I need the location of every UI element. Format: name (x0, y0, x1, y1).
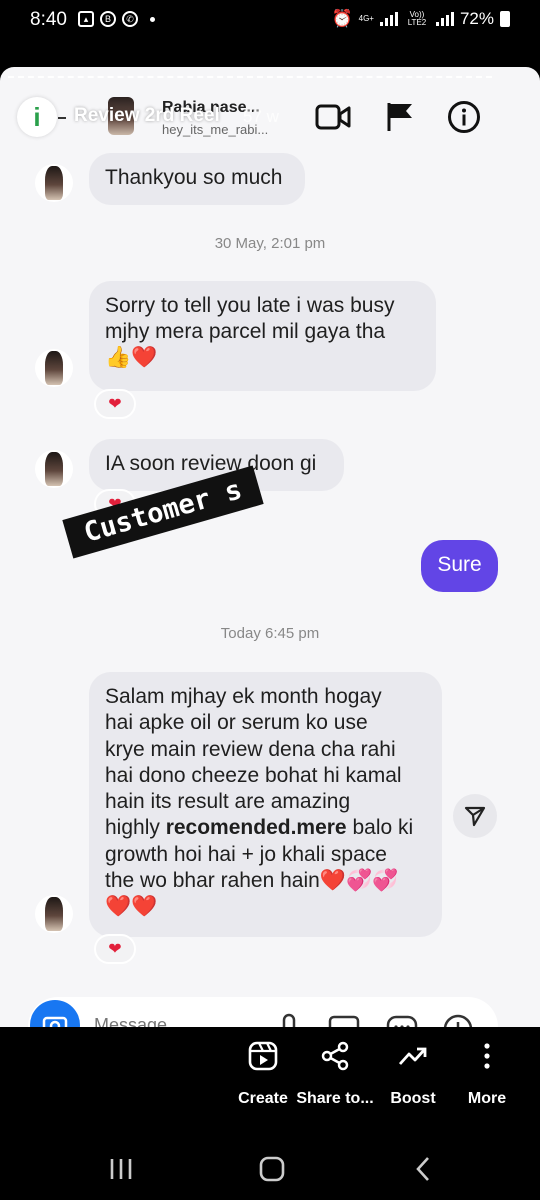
sticker-icon[interactable] (386, 1015, 418, 1027)
message-input[interactable] (94, 1015, 254, 1027)
network-volte: Vo)) LTE2 (407, 10, 427, 27)
heart-reaction-icon[interactable]: ❤ (94, 389, 136, 419)
message-text: hain its result are amazing (105, 790, 351, 814)
message-text: Sorry to tell you late i was busy (105, 294, 395, 317)
more-label: More (467, 1090, 507, 1107)
sender-avatar (35, 164, 73, 202)
info-icon (448, 101, 480, 133)
share-label: Share to... (296, 1090, 374, 1107)
message-bubble: Thankyou so much (89, 153, 305, 205)
sender-avatar (35, 349, 73, 387)
message-text: hai apke oil or serum ko use (105, 711, 368, 735)
message-text: the wo bhar rahen hain❤️💞💞 (105, 869, 399, 893)
notification-icons: ▴ B ✆ (78, 11, 155, 27)
camera-button[interactable] (30, 1000, 80, 1027)
status-time: 8:40 (30, 9, 67, 30)
message-text: highly recomended.mere balo ki (105, 815, 426, 841)
signal-icon-2 (435, 12, 454, 26)
sender-avatar (35, 895, 73, 933)
story-time: 57 w (243, 107, 279, 126)
story-progress-bar (8, 76, 492, 78)
flag-icon (387, 103, 412, 131)
network-4g: 4G+ (358, 14, 374, 23)
more-button[interactable]: More (442, 1040, 532, 1108)
microphone-icon[interactable] (282, 1013, 296, 1027)
reels-icon (248, 1041, 278, 1071)
back-nav-icon[interactable] (412, 1156, 436, 1182)
message-text: growth hoi hai + jo khali space (105, 842, 387, 866)
sent-message-bubble: Sure (421, 540, 498, 592)
message-text: krye main review dena cha rahi (105, 737, 396, 761)
business-icon: B (100, 11, 116, 27)
back-icon (58, 117, 66, 119)
sender-avatar (35, 450, 73, 488)
share-message-button[interactable] (453, 794, 497, 838)
gallery-icon[interactable] (328, 1015, 360, 1027)
message-text-part: highly (105, 816, 166, 840)
story-content: i Rabia nase... hey_its_me_rabi... Revie… (0, 67, 540, 1027)
trending-up-icon (398, 1047, 427, 1065)
more-vertical-icon (484, 1043, 490, 1069)
video-call-icon (315, 104, 351, 130)
message-text: IA soon review doon gi (105, 452, 317, 475)
camera-icon (42, 1016, 68, 1027)
status-bar: 8:40 ▴ B ✆ ⏰ 4G+ Vo)) LTE2 72% (0, 0, 540, 40)
alarm-icon: ⏰ (331, 9, 353, 28)
message-emoji: ❤️❤️ (105, 895, 158, 919)
status-right: ⏰ 4G+ Vo)) LTE2 72% (331, 9, 510, 29)
home-icon[interactable] (258, 1156, 286, 1182)
chat-header: i Rabia nase... hey_its_me_rabi... Revie… (0, 85, 540, 145)
composer-icons (282, 1013, 473, 1027)
battery-icon (500, 11, 510, 27)
share-to-button[interactable]: Share to... (290, 1040, 380, 1108)
heart-reaction-icon[interactable]: ❤ (94, 934, 136, 964)
battery-level: 72% (459, 9, 494, 28)
message-emoji: 👍❤️ (105, 346, 158, 369)
gallery-icon: ▴ (78, 11, 94, 27)
message-text: hai dono cheeze bohat hi kamal (105, 763, 402, 787)
message-text: Salam mjhay ek month hogay (105, 685, 382, 708)
message-bubble: Salam mjhay ek month hogay hai apke oil … (89, 672, 442, 937)
message-text: Sure (437, 553, 482, 576)
message-text-part: balo ki (346, 816, 414, 840)
timestamp: Today 6:45 pm (220, 625, 320, 642)
message-text: Thankyou so much (105, 166, 283, 189)
send-icon (464, 806, 486, 827)
recent-apps-icon[interactable] (108, 1156, 134, 1182)
message-bubble: Sorry to tell you late i was busy mjhy m… (89, 281, 436, 391)
timestamp: 30 May, 2:01 pm (214, 235, 326, 252)
more-notifications-icon (150, 16, 155, 22)
story-action-bar: Create Share to... Boost More (0, 1030, 540, 1130)
signal-icon (379, 12, 398, 26)
share-icon (321, 1041, 349, 1071)
whatsapp-icon: ✆ (122, 11, 138, 27)
info-i-icon[interactable]: i (17, 97, 57, 137)
message-text-bold: recomended.mere (165, 816, 347, 840)
message-text: mjhy mera parcel mil gaya tha (105, 320, 386, 343)
story-title: Review 2rd Reel (74, 105, 220, 126)
system-nav-bar (0, 1140, 540, 1200)
add-icon[interactable] (443, 1014, 473, 1027)
